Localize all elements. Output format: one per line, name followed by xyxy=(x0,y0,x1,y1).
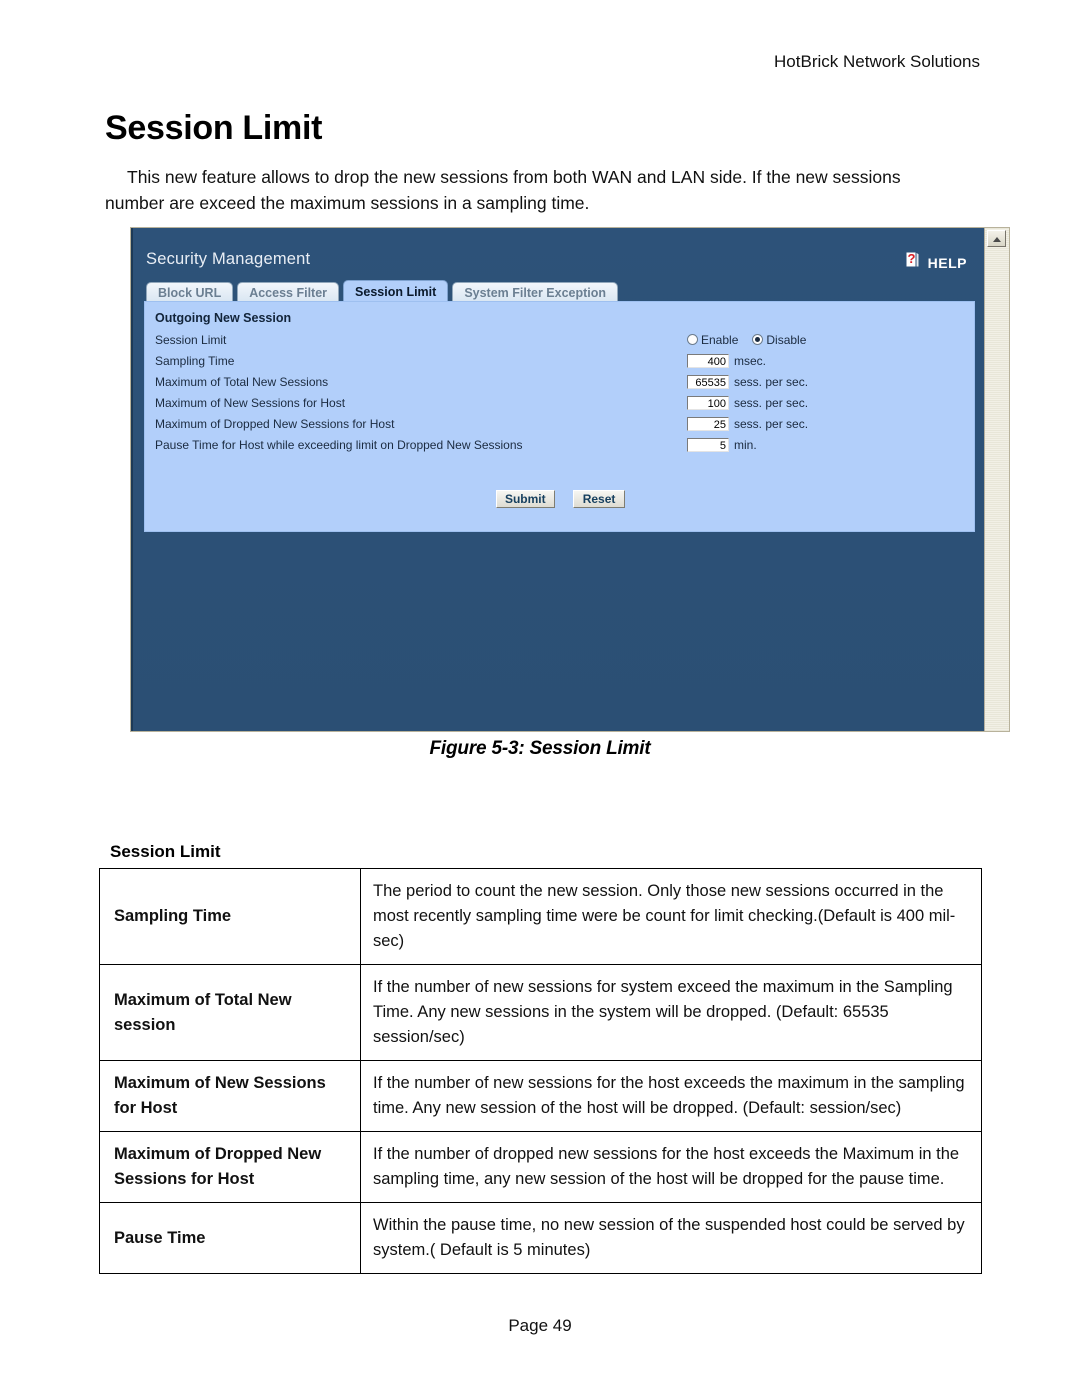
ui-screenshot-figure: Security Management ? HELP Block URL Acc… xyxy=(130,227,1010,732)
scroll-up-arrow-icon[interactable] xyxy=(987,230,1006,247)
radio-enable[interactable] xyxy=(687,334,698,345)
tab-session-limit[interactable]: Session Limit xyxy=(343,280,449,302)
help-label: HELP xyxy=(927,254,967,271)
label-max-new-sessions-host: Maximum of New Sessions for Host xyxy=(155,396,346,410)
label-max-total-new-sessions: Maximum of Total New Sessions xyxy=(155,375,329,389)
max-dropped-sessions-input[interactable]: 25 xyxy=(687,416,729,431)
intro-paragraph: This new feature allows to drop the new … xyxy=(105,166,901,213)
table-row: Maximum of New Sessions for Host If the … xyxy=(99,1060,982,1132)
tab-block-url[interactable]: Block URL xyxy=(146,282,234,302)
term-max-total-new-session: Maximum of Total New session xyxy=(99,964,361,1061)
figure-caption: Figure 5-3: Session Limit xyxy=(429,738,651,759)
document-header: HotBrick Network Solutions xyxy=(774,52,980,71)
max-new-sessions-host-row: 100 sess. per sec. xyxy=(687,394,808,411)
term-pause-time: Pause Time xyxy=(99,1202,361,1274)
max-dropped-sessions-row: 25 sess. per sec. xyxy=(687,415,808,432)
definition-table: Sampling Time The period to count the ne… xyxy=(99,868,982,1274)
tab-system-filter-exception[interactable]: System Filter Exception xyxy=(452,282,619,302)
max-total-new-sessions-unit: sess. per sec. xyxy=(734,374,809,389)
help-icon: ? xyxy=(903,250,925,275)
term-max-dropped-new-sessions-for-host: Maximum of Dropped New Sessions for Host xyxy=(99,1131,361,1203)
help-link[interactable]: ? HELP xyxy=(903,250,967,275)
router-admin-window: Security Management ? HELP Block URL Acc… xyxy=(131,228,985,731)
svg-text:?: ? xyxy=(907,251,915,266)
desc-sampling-time: The period to count the new session. Onl… xyxy=(360,868,982,965)
term-sampling-time: Sampling Time xyxy=(99,868,361,965)
sampling-time-input[interactable]: 400 xyxy=(687,353,729,368)
table-row: Pause Time Within the pause time, no new… xyxy=(99,1202,982,1274)
outgoing-new-session-panel: Outgoing New Session Session Limit Sampl… xyxy=(144,301,975,532)
max-dropped-sessions-unit: sess. per sec. xyxy=(734,416,809,431)
table-row: Maximum of Dropped New Sessions for Host… xyxy=(99,1131,982,1203)
submit-button[interactable]: Submit xyxy=(495,490,555,508)
table-row: Sampling Time The period to count the ne… xyxy=(99,868,982,965)
label-sampling-time: Sampling Time xyxy=(155,354,235,368)
label-pause-time: Pause Time for Host while exceeding limi… xyxy=(155,438,523,452)
desc-max-new-sessions-for-host: If the number of new sessions for the ho… xyxy=(360,1060,982,1132)
pause-time-unit: min. xyxy=(734,437,757,452)
radio-disable[interactable] xyxy=(752,334,764,345)
session-limit-radio-group: Enable Disable xyxy=(687,331,820,348)
pause-time-input[interactable]: 5 xyxy=(687,437,729,452)
panel-title: Outgoing New Session xyxy=(155,311,292,325)
radio-disable-label: Disable xyxy=(766,332,807,347)
sampling-time-unit: msec. xyxy=(734,353,767,368)
reset-button[interactable]: Reset xyxy=(573,490,626,508)
tab-bar: Block URL Access Filter Session Limit Sy… xyxy=(146,280,622,302)
max-new-sessions-host-unit: sess. per sec. xyxy=(734,395,809,410)
page-title: Session Limit xyxy=(105,108,323,147)
vertical-scrollbar[interactable] xyxy=(984,228,1009,731)
desc-pause-time: Within the pause time, no new session of… xyxy=(360,1202,982,1274)
tab-access-filter[interactable]: Access Filter xyxy=(237,282,340,302)
pause-time-row: 5 min. xyxy=(687,436,757,453)
term-max-new-sessions-for-host: Maximum of New Sessions for Host xyxy=(99,1060,361,1132)
desc-max-dropped-new-sessions-for-host: If the number of dropped new sessions fo… xyxy=(360,1131,982,1203)
max-new-sessions-host-input[interactable]: 100 xyxy=(687,395,729,410)
screen-heading: Security Management xyxy=(146,250,311,268)
label-session-limit: Session Limit xyxy=(155,333,227,347)
desc-max-total-new-session: If the number of new sessions for system… xyxy=(360,964,982,1061)
max-total-new-sessions-input[interactable]: 65535 xyxy=(687,374,729,389)
sampling-time-row: 400 msec. xyxy=(687,352,766,369)
table-row: Maximum of Total New session If the numb… xyxy=(99,964,982,1061)
page-footer: Page 49 xyxy=(508,1316,572,1335)
max-total-new-sessions-row: 65535 sess. per sec. xyxy=(687,373,808,390)
label-max-dropped-sessions: Maximum of Dropped New Sessions for Host xyxy=(155,417,395,431)
form-button-bar: Submit Reset xyxy=(145,490,976,508)
radio-enable-label: Enable xyxy=(701,332,739,347)
table-caption: Session Limit xyxy=(110,842,221,861)
